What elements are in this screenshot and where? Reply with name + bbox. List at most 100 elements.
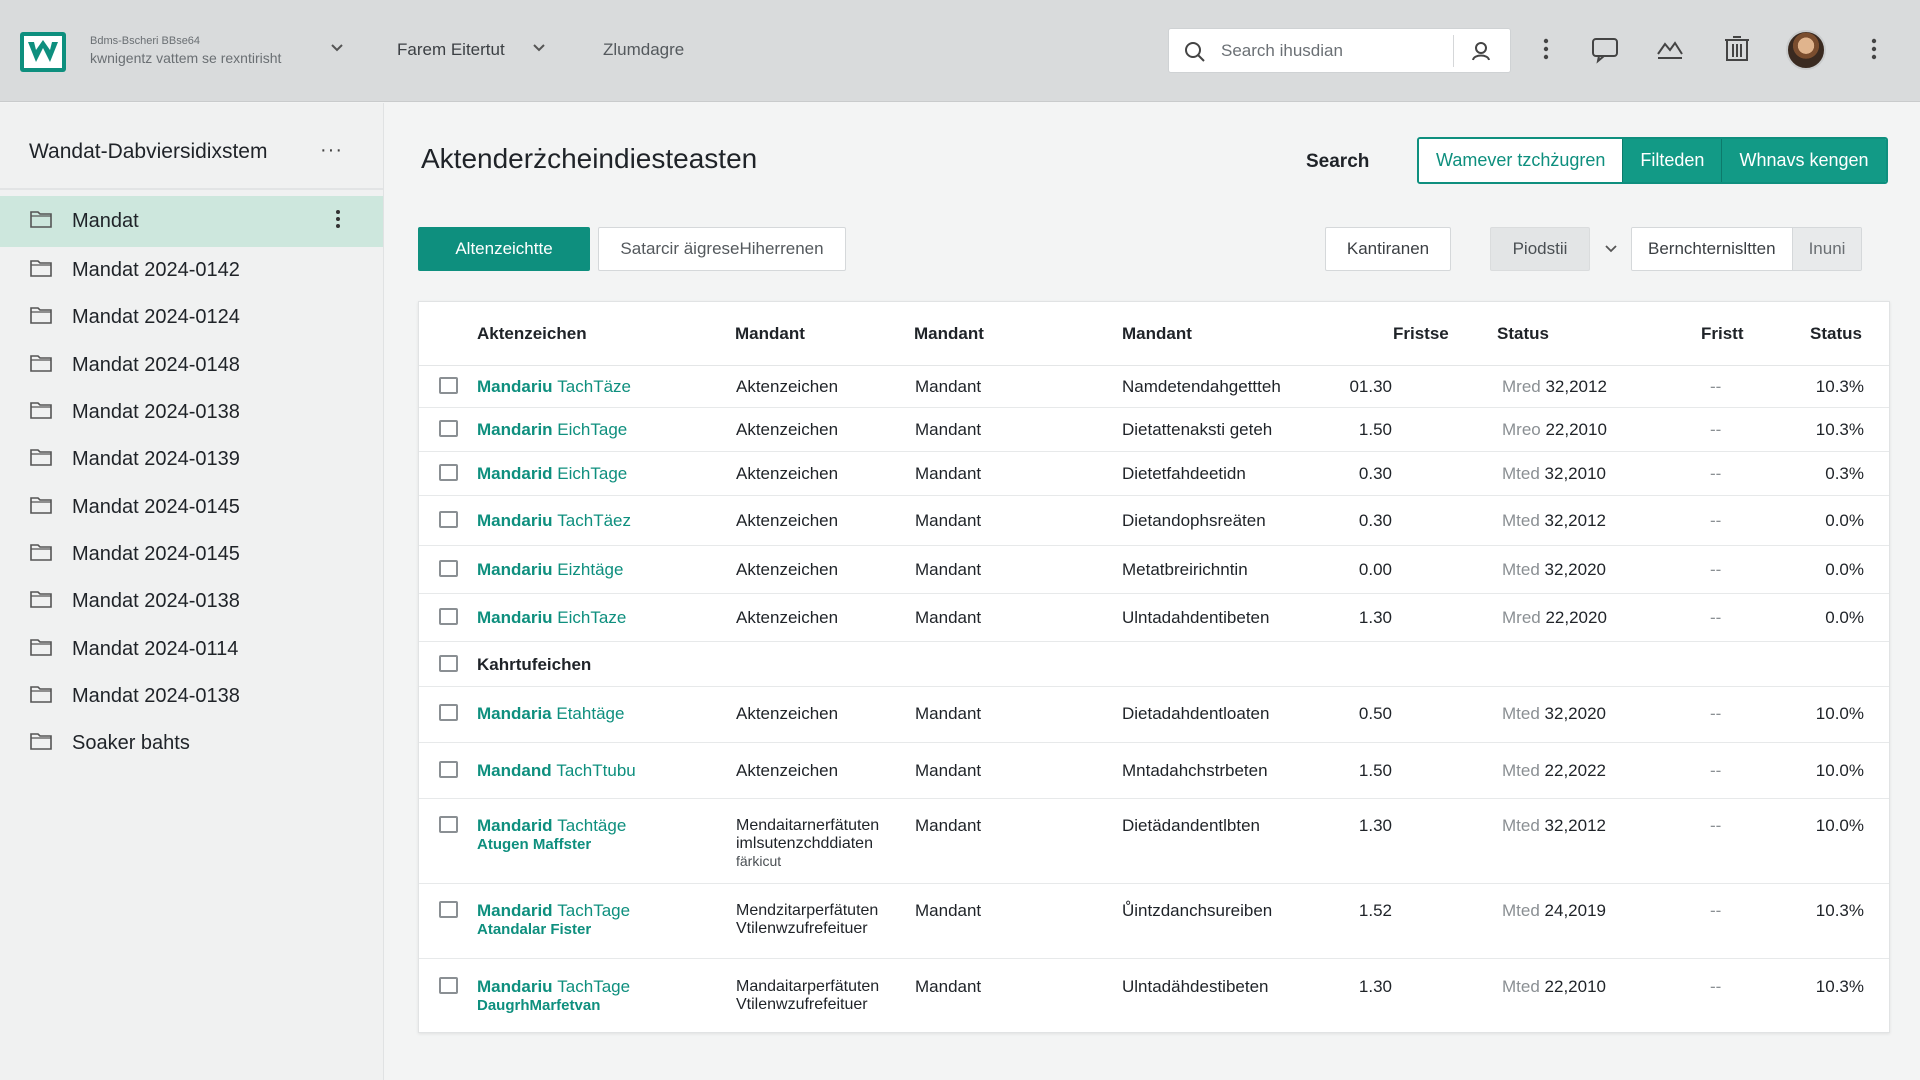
kebab-menu-icon[interactable] xyxy=(1868,34,1880,69)
case-link[interactable]: Mandand TachTtubu xyxy=(477,761,636,781)
column-header[interactable]: Mandant xyxy=(914,324,984,344)
row-checkbox[interactable] xyxy=(439,704,458,721)
row-checkbox[interactable] xyxy=(439,464,458,481)
case-subtitle[interactable]: Atandalar Fister xyxy=(477,921,591,939)
app-logo[interactable] xyxy=(20,32,66,72)
case-link[interactable]: Mandariu Eizhtäge xyxy=(477,560,623,580)
row-checkbox[interactable] xyxy=(439,761,458,778)
sidebar-item[interactable]: Mandat 2024-0145 xyxy=(0,531,383,578)
search-link[interactable]: Search xyxy=(1306,151,1369,173)
row-checkbox[interactable] xyxy=(439,977,458,994)
status-cell: Mted 32,2020 xyxy=(1502,704,1606,724)
table-row[interactable]: Mandarid TachTage Atandalar Fister Mendz… xyxy=(419,884,1889,959)
case-link[interactable]: Mandariu TachTäze xyxy=(477,377,631,397)
table-row[interactable]: Mandarid EichTage Aktenzeichen Mandant D… xyxy=(419,452,1889,496)
cell: Dietädandentlbten xyxy=(1122,816,1261,835)
case-subtitle[interactable]: Atugen Maffster xyxy=(477,836,591,854)
row-checkbox[interactable] xyxy=(439,901,458,918)
folder-icon xyxy=(30,638,52,661)
row-checkbox[interactable] xyxy=(439,816,458,833)
sidebar-item[interactable]: Mandat 2024-0138 xyxy=(0,578,383,625)
filter-button[interactable]: Filteden xyxy=(1622,139,1722,182)
column-header[interactable]: Mandant xyxy=(735,324,805,344)
chevron-down-icon[interactable] xyxy=(330,40,344,57)
sidebar-item[interactable]: Mandat 2024-0145 xyxy=(0,483,383,530)
secondary-button[interactable]: Satarcir äigreseHiherrenen xyxy=(598,227,846,271)
chat-icon[interactable] xyxy=(1590,34,1620,69)
status-prefix: Mted xyxy=(1502,761,1540,780)
upload-icon[interactable] xyxy=(1655,34,1685,69)
sidebar-item[interactable]: Mandat 2024-0138 xyxy=(0,389,383,436)
group-button-3[interactable]: Whnavs kengen xyxy=(1721,139,1886,182)
case-name: Mandariu xyxy=(477,560,553,579)
sidebar-item-mandat[interactable]: Mandat xyxy=(0,196,383,247)
column-header[interactable]: Fristse xyxy=(1393,324,1449,344)
kebab-menu-icon[interactable] xyxy=(334,208,342,236)
cell: Mandant xyxy=(915,511,982,530)
sidebar-item[interactable]: Mandat 2024-0124 xyxy=(0,294,383,341)
table-row[interactable]: Mandarid Tachtäge Atugen Maffster Mendai… xyxy=(419,799,1889,884)
case-link[interactable]: Mandaria Etahtäge xyxy=(477,704,624,724)
chevron-down-icon[interactable] xyxy=(532,40,546,57)
case-link[interactable]: Mandarid TachTage xyxy=(477,901,630,921)
case-link[interactable]: Mandariu EichTaze xyxy=(477,608,626,628)
kebab-menu-icon[interactable] xyxy=(1540,34,1552,69)
sidebar-item[interactable]: Mandat 2024-0139 xyxy=(0,436,383,483)
sidebar-item-label: Mandat 2024-0114 xyxy=(72,637,239,660)
case-link[interactable]: Mandariu TachTäez xyxy=(477,511,631,531)
row-checkbox[interactable] xyxy=(439,608,458,625)
status-value: 22,2020 xyxy=(1545,608,1607,627)
column-header[interactable]: Status xyxy=(1810,324,1862,344)
view-toggle-option-1[interactable]: Bernchternisltten xyxy=(1632,228,1792,270)
case-subtitle[interactable]: DaugrhMarfetvan xyxy=(477,997,600,1015)
table-row[interactable]: Mandariu TachTäez Aktenzeichen Mandant D… xyxy=(419,496,1889,546)
case-name: Mandarid xyxy=(477,816,553,835)
sidebar-item[interactable]: Mandat 2024-0142 xyxy=(0,247,383,294)
avatar[interactable] xyxy=(1786,30,1826,70)
cell: Mandant xyxy=(915,816,982,835)
column-header[interactable]: Aktenzeichen xyxy=(477,324,587,344)
row-checkbox[interactable] xyxy=(439,420,458,437)
folder-icon xyxy=(30,732,52,755)
group-button-1[interactable]: Wamever tzchżugren xyxy=(1419,139,1623,182)
cell: Aktenzeichen xyxy=(736,420,839,439)
user-search-icon[interactable] xyxy=(1469,39,1493,68)
column-header[interactable]: Fristt xyxy=(1701,324,1744,344)
sidebar-item[interactable]: Soaker bahts xyxy=(0,720,383,767)
row-checkbox[interactable] xyxy=(439,560,458,577)
nav-menu-1[interactable]: Farem Eitertut xyxy=(397,40,505,60)
chevron-down-icon[interactable] xyxy=(1604,241,1618,259)
more-icon[interactable]: ··· xyxy=(320,139,343,162)
group-row[interactable]: Kahrtufeichen xyxy=(419,642,1889,687)
search-input[interactable] xyxy=(1219,35,1449,67)
sidebar-item[interactable]: Mandat 2024-0138 xyxy=(0,673,383,720)
row-checkbox[interactable] xyxy=(439,377,458,394)
table-row[interactable]: Mandariu EichTaze Aktenzeichen Mandant U… xyxy=(419,594,1889,642)
case-link[interactable]: Mandarid Tachtäge xyxy=(477,816,626,836)
kant-button[interactable]: Kantiranen xyxy=(1325,227,1451,271)
case-name: Mandariu xyxy=(477,608,553,627)
view-toggle-option-2[interactable]: Inuni xyxy=(1791,228,1862,270)
table-row[interactable]: Mandariu TachTäze Aktenzeichen Mandant N… xyxy=(419,366,1889,408)
case-link[interactable]: Mandariu TachTage xyxy=(477,977,630,997)
case-link[interactable]: Mandarid EichTage xyxy=(477,464,627,484)
nav-menu-2[interactable]: Zlumdagre xyxy=(603,40,684,60)
row-checkbox[interactable] xyxy=(439,511,458,528)
group-checkbox[interactable] xyxy=(439,655,458,672)
sidebar-item[interactable]: Mandat 2024-0148 xyxy=(0,342,383,389)
global-search[interactable] xyxy=(1168,28,1511,73)
table-row[interactable]: Mandariu TachTage DaugrhMarfetvan Mandai… xyxy=(419,959,1889,1033)
trash-icon[interactable] xyxy=(1722,34,1752,69)
case-link[interactable]: Mandarin EichTage xyxy=(477,420,627,440)
table-row[interactable]: Mandand TachTtubu Aktenzeichen Mandant M… xyxy=(419,743,1889,799)
cell: Mandaitarperfätuten xyxy=(736,978,880,995)
sidebar-item[interactable]: Mandat 2024-0114 xyxy=(0,625,383,672)
table-row[interactable]: Mandaria Etahtäge Aktenzeichen Mandant D… xyxy=(419,687,1889,743)
org-switcher[interactable]: Bdms-Bscheri BBse64 kwnigentz vattem se … xyxy=(90,34,330,67)
primary-button[interactable]: Altenzeichtte xyxy=(418,227,590,271)
table-row[interactable]: Mandariu Eizhtäge Aktenzeichen Mandant M… xyxy=(419,546,1889,594)
column-header[interactable]: Mandant xyxy=(1122,324,1192,344)
table-row[interactable]: Mandarin EichTage Aktenzeichen Mandant D… xyxy=(419,408,1889,452)
column-header[interactable]: Status xyxy=(1497,324,1549,344)
period-select[interactable]: Piodstii xyxy=(1490,227,1590,271)
